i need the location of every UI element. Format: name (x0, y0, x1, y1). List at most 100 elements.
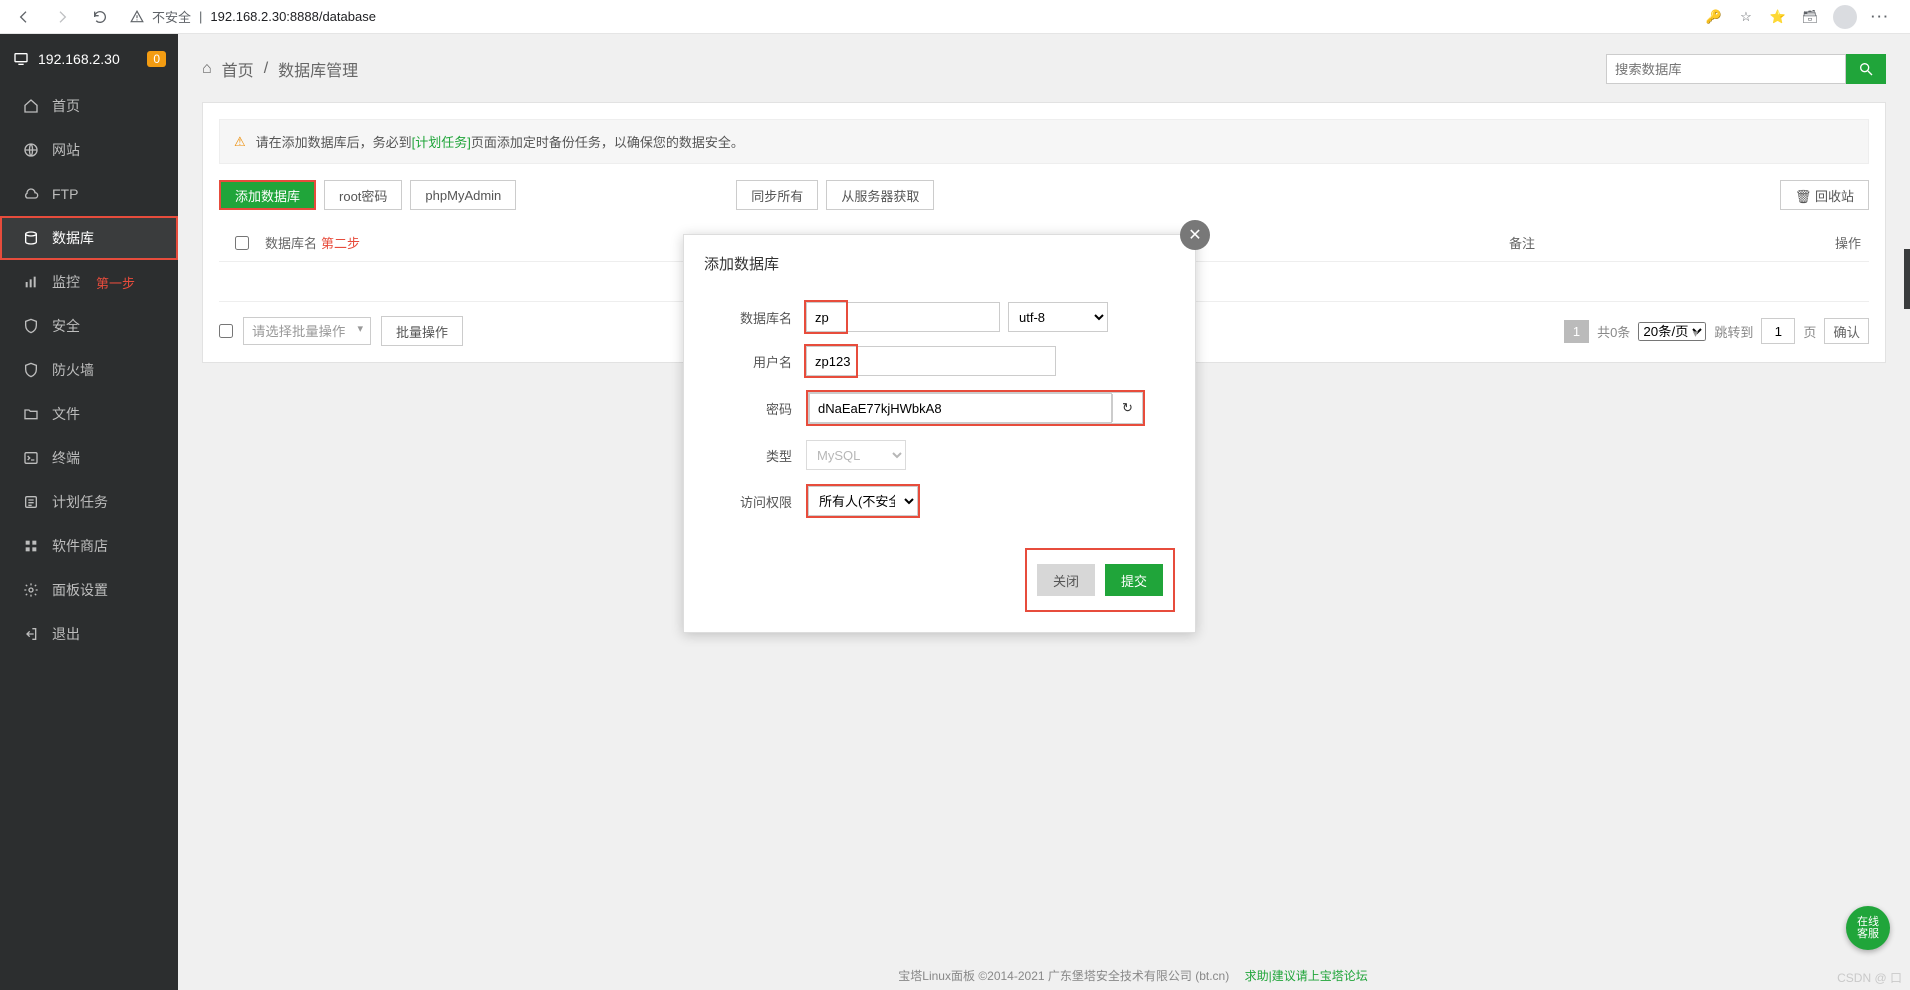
batch-button[interactable]: 批量操作 (381, 316, 463, 346)
crumb-sep: / (264, 60, 268, 78)
alert-text2: 页面添加定时备份任务，以确保您的数据安全。 (471, 135, 744, 150)
col-ops-label: 操作 (1789, 233, 1869, 252)
page-total: 共0条 (1597, 322, 1630, 341)
batch-select[interactable]: 请选择批量操作 (243, 317, 371, 345)
back-icon[interactable] (10, 3, 38, 31)
firewall-icon (22, 361, 40, 379)
close-button[interactable]: 关闭 (1037, 564, 1095, 596)
folder-icon (22, 405, 40, 423)
add-db-modal: ✕ 添加数据库 数据库名 utf-8 用户名 (683, 234, 1196, 633)
col-name-label: 数据库名 (265, 236, 317, 251)
refresh-icon[interactable]: ↻ (1112, 394, 1142, 422)
star-icon[interactable]: ☆ (1737, 8, 1755, 26)
sidebar-item-label: 面板设置 (52, 580, 108, 600)
forward-icon[interactable] (48, 3, 76, 31)
url-text: 192.168.2.30:8888/database (210, 9, 376, 24)
dbname-input[interactable] (806, 302, 1000, 332)
cloud-icon (22, 185, 40, 203)
watermark: CSDN @ 口 (1837, 969, 1902, 986)
label-user: 用户名 (714, 352, 806, 371)
password-input[interactable] (809, 393, 1112, 423)
phpmyadmin-button[interactable]: phpMyAdmin (410, 180, 516, 210)
collections-icon[interactable]: 🗃 (1801, 8, 1819, 26)
favorites-icon[interactable]: ⭐ (1769, 8, 1787, 26)
user-input[interactable] (806, 346, 1056, 376)
tasks-icon (22, 493, 40, 511)
sidebar-item-store[interactable]: 软件商店 (0, 524, 178, 568)
col-note-label: 备注 (1509, 233, 1789, 252)
main-content: ⌂ 首页 / 数据库管理 ⚠ 请在添加数据库后，务必到[计划任务]页面添加定时备… (178, 34, 1910, 990)
batch-checkbox[interactable] (219, 324, 233, 338)
monitor-icon (12, 50, 30, 68)
alert-link[interactable]: [计划任务] (412, 135, 471, 150)
alert-banner: ⚠ 请在添加数据库后，务必到[计划任务]页面添加定时备份任务，以确保您的数据安全… (219, 119, 1869, 164)
sidebar-item-site[interactable]: 网站 (0, 128, 178, 172)
key-icon[interactable]: 🔑 (1705, 8, 1723, 26)
search-button[interactable] (1846, 54, 1886, 84)
reload-icon[interactable] (86, 3, 114, 31)
crumb-current: 数据库管理 (278, 57, 358, 81)
sidebar-item-home[interactable]: 首页 (0, 84, 178, 128)
sidebar-item-terminal[interactable]: 终端 (0, 436, 178, 480)
support-fab[interactable]: 在线 客服 (1846, 906, 1890, 950)
label-pw: 密码 (714, 399, 806, 418)
page-footer: 宝塔Linux面板 ©2014-2021 广东堡塔安全技术有限公司 (bt.cn… (356, 967, 1910, 984)
select-all-checkbox[interactable] (235, 236, 249, 250)
close-icon[interactable]: ✕ (1180, 220, 1210, 250)
scrollbar-indicator[interactable] (1904, 249, 1910, 309)
label-access: 访问权限 (714, 492, 806, 511)
sidebar-item-cron[interactable]: 计划任务 (0, 480, 178, 524)
sidebar-item-ftp[interactable]: FTP (0, 172, 178, 216)
jump-label: 跳转到 (1714, 322, 1753, 341)
trash-button[interactable]: 🗑 回收站 (1780, 180, 1869, 210)
search-box (1606, 54, 1886, 84)
sidebar-item-database[interactable]: 数据库 (0, 216, 178, 260)
page-size-select[interactable]: 20条/页 (1638, 322, 1706, 341)
crumb-home[interactable]: 首页 (222, 57, 254, 81)
insecure-icon (130, 10, 144, 24)
host-ip: 192.168.2.30 (38, 51, 120, 67)
sidebar-item-security[interactable]: 安全 (0, 304, 178, 348)
browser-right-icons: 🔑 ☆ ⭐ 🗃 ··· (1705, 5, 1900, 29)
sidebar-item-settings[interactable]: 面板设置 (0, 568, 178, 612)
jump-button[interactable]: 确认 (1824, 318, 1869, 344)
footer-text: 宝塔Linux面板 ©2014-2021 广东堡塔安全技术有限公司 (bt.cn… (898, 969, 1241, 983)
sidebar-item-label: 首页 (52, 96, 80, 116)
root-pw-button[interactable]: root密码 (324, 180, 402, 210)
sidebar-item-label: 安全 (52, 316, 80, 336)
gear-icon (22, 581, 40, 599)
apps-icon (22, 537, 40, 555)
logout-icon (22, 625, 40, 643)
encoding-select[interactable]: utf-8 (1008, 302, 1108, 332)
toolbar: 添加数据库 root密码 phpMyAdmin 同步所有 从服务器获取 🗑 回收… (219, 180, 1869, 210)
sidebar-item-label: 终端 (52, 448, 80, 468)
add-db-button[interactable]: 添加数据库 (219, 180, 316, 210)
notify-badge[interactable]: 0 (147, 51, 166, 67)
sidebar-item-logout[interactable]: 退出 (0, 612, 178, 656)
access-select[interactable]: 所有人(不安全) (808, 486, 918, 516)
more-icon[interactable]: ··· (1871, 9, 1890, 24)
sidebar-header: 192.168.2.30 0 (0, 34, 178, 84)
sidebar-item-label: 退出 (52, 624, 80, 644)
home-icon: ⌂ (202, 60, 212, 78)
sidebar-item-label: 文件 (52, 404, 80, 424)
sidebar-item-files[interactable]: 文件 (0, 392, 178, 436)
insecure-label: 不安全 (152, 7, 191, 26)
fetch-server-button[interactable]: 从服务器获取 (826, 180, 934, 210)
sidebar-item-firewall[interactable]: 防火墙 (0, 348, 178, 392)
submit-button[interactable]: 提交 (1105, 564, 1163, 596)
jump-input[interactable] (1761, 318, 1795, 344)
search-input[interactable] (1606, 54, 1846, 84)
sidebar-item-label: 软件商店 (52, 536, 108, 556)
sidebar-item-monitor[interactable]: 监控 第一步 (0, 260, 178, 304)
page-label: 页 (1803, 322, 1816, 341)
footer-link[interactable]: 求助|建议请上宝塔论坛 (1245, 969, 1368, 983)
shield-icon (22, 317, 40, 335)
profile-avatar[interactable] (1833, 5, 1857, 29)
page-current: 1 (1564, 320, 1589, 343)
address-bar[interactable]: 不安全 | 192.168.2.30:8888/database (124, 7, 1695, 26)
browser-toolbar: 不安全 | 192.168.2.30:8888/database 🔑 ☆ ⭐ 🗃… (0, 0, 1910, 34)
home-icon (22, 97, 40, 115)
globe-icon (22, 141, 40, 159)
sync-all-button[interactable]: 同步所有 (736, 180, 818, 210)
